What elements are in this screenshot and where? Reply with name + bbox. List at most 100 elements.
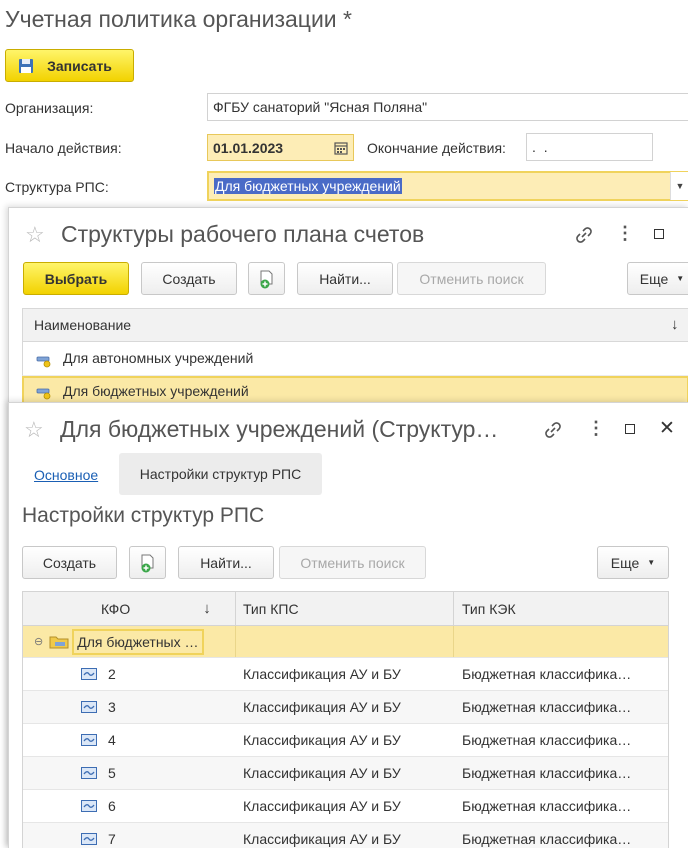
maximize-icon[interactable] (654, 229, 664, 239)
calendar-icon (334, 141, 348, 155)
create-button[interactable]: Создать (22, 546, 117, 579)
record-icon (81, 734, 97, 746)
cell-kfo: 5 (23, 757, 235, 789)
list-item[interactable]: Для автономных учреждений (22, 342, 688, 376)
column-kps-label: Тип КПС (243, 600, 299, 617)
record-icon (81, 701, 97, 713)
copy-button[interactable] (248, 262, 285, 295)
structure-dropdown-button[interactable]: ▼ (670, 172, 688, 200)
more-button[interactable]: Еще ▼ (627, 262, 688, 295)
selection-window-title: Структуры рабочего плана счетов (61, 221, 425, 247)
cell-kps: Классификация АУ и БУ (235, 757, 453, 789)
cell-kfo-value: 3 (108, 699, 116, 715)
list-item-label: Для бюджетных учреждений (63, 383, 249, 399)
column-kfo[interactable]: КФО ↓ (23, 592, 236, 625)
column-divider (235, 626, 236, 657)
cell-kfo: 4 (23, 724, 235, 756)
cell-kps-value: Классификация АУ и БУ (243, 798, 401, 814)
column-name-header: Наименование (34, 317, 132, 333)
cell-kps: Классификация АУ и БУ (235, 658, 453, 690)
table-row[interactable]: 6 Классификация АУ и БУ Бюджетная классифи… (23, 790, 668, 823)
column-kek[interactable]: Тип КЭК (453, 592, 668, 625)
table-row[interactable]: 4 Классификация АУ и БУ Бюджетная классифи… (23, 724, 668, 757)
sort-down-icon: ↓ (203, 600, 211, 617)
star-icon[interactable]: ☆ (25, 222, 45, 248)
cell-kek: Бюджетная классифика… (453, 757, 668, 789)
chevron-down-icon: ▼ (675, 181, 685, 191)
cell-kfo-value: 5 (108, 765, 116, 781)
link-icon[interactable] (574, 225, 594, 245)
list-header[interactable]: Наименование ↓ (22, 308, 688, 342)
link-icon[interactable] (543, 420, 563, 440)
more-actions-icon[interactable]: ⋮ (587, 418, 605, 439)
list-item-label: Для автономных учреждений (63, 350, 254, 366)
find-button[interactable]: Найти... (178, 546, 274, 579)
cell-kps: Классификация АУ и БУ (235, 790, 453, 822)
more-button[interactable]: Еще ▼ (597, 546, 669, 579)
settings-table: КФО ↓ Тип КПС Тип КЭК ⊖ Для бюджетных … (22, 591, 669, 848)
cell-kek: Бюджетная классифика… (453, 724, 668, 756)
cell-kfo: 7 (23, 823, 235, 848)
section-title: Настройки структур РПС (22, 504, 265, 527)
tab-rps-settings[interactable]: Настройки структур РПС (119, 453, 322, 495)
structure-field[interactable]: Для бюджетных учреждений (207, 171, 688, 201)
record-icon (81, 668, 97, 680)
table-row[interactable]: 5 Классификация АУ и БУ Бюджетная классифи… (23, 757, 668, 790)
cell-kek-value: Бюджетная классифика… (462, 699, 632, 715)
collapse-icon[interactable]: ⊖ (34, 635, 43, 648)
select-button[interactable]: Выбрать (23, 262, 129, 295)
cell-kps-value: Классификация АУ и БУ (243, 732, 401, 748)
cell-kek-value: Бюджетная классифика… (462, 798, 632, 814)
save-button-label: Записать (47, 57, 112, 74)
cell-kfo-value: 2 (108, 666, 116, 682)
cell-kek: Бюджетная классифика… (453, 790, 668, 822)
cancel-search-button[interactable]: Отменить поиск (397, 262, 546, 295)
group-label: Для бюджетных … (72, 628, 204, 655)
floppy-disk-icon (19, 59, 33, 73)
tab-main[interactable]: Основное (34, 467, 98, 483)
cell-kps: Классификация АУ и БУ (235, 724, 453, 756)
maximize-icon[interactable] (625, 424, 635, 434)
copy-button[interactable] (129, 546, 166, 579)
star-icon[interactable]: ☆ (24, 417, 44, 443)
detail-window-title: Для бюджетных учреждений (Структур… (60, 416, 499, 442)
table-row[interactable]: 2 Классификация АУ и БУ Бюджетная классифи… (23, 658, 668, 691)
cell-kps-value: Классификация АУ и БУ (243, 699, 401, 715)
table-row[interactable]: 3 Классификация АУ и БУ Бюджетная классифи… (23, 691, 668, 724)
add-copy-icon (141, 554, 153, 572)
cell-kek-value: Бюджетная классифика… (462, 831, 632, 847)
end-date-field[interactable]: . . (526, 133, 653, 161)
sort-down-icon[interactable]: ↓ (671, 316, 679, 333)
add-copy-icon (260, 270, 272, 288)
cell-kfo: 2 (23, 658, 235, 690)
cell-kfo-value: 4 (108, 732, 116, 748)
column-kfo-label: КФО (101, 600, 131, 617)
save-button[interactable]: Записать (5, 49, 134, 82)
cell-kps-value: Классификация АУ и БУ (243, 831, 401, 847)
start-date-label: Начало действия: (5, 140, 122, 156)
folder-icon (49, 636, 69, 648)
column-divider (453, 626, 454, 657)
chevron-down-icon: ▼ (676, 274, 685, 283)
more-actions-icon[interactable]: ⋮ (616, 223, 634, 244)
cell-kfo: 6 (23, 790, 235, 822)
cancel-search-button[interactable]: Отменить поиск (279, 546, 426, 579)
find-button[interactable]: Найти... (297, 262, 393, 295)
table-row[interactable]: 7 Классификация АУ и БУ Бюджетная классифи… (23, 823, 668, 848)
calendar-button[interactable] (329, 135, 353, 160)
column-kek-label: Тип КЭК (462, 600, 516, 617)
organization-field[interactable]: ФГБУ санаторий "Ясная Поляна" (207, 93, 688, 121)
close-icon[interactable]: ✕ (659, 417, 675, 440)
create-button[interactable]: Создать (141, 262, 237, 295)
cell-kps: Классификация АУ и БУ (235, 691, 453, 723)
cell-kfo-value: 6 (108, 798, 116, 814)
form-title: Учетная политика организации * (5, 6, 352, 32)
table-group-row[interactable]: ⊖ Для бюджетных … (23, 626, 668, 658)
group-cell: ⊖ Для бюджетных … (23, 626, 235, 657)
chevron-down-icon: ▼ (647, 558, 656, 567)
cell-kps-value: Классификация АУ и БУ (243, 765, 401, 781)
column-kps[interactable]: Тип КПС (235, 592, 454, 625)
cell-kek: Бюджетная классифика… (453, 658, 668, 690)
start-date-value: 01.01.2023 (213, 139, 284, 156)
catalog-item-icon (36, 388, 51, 400)
